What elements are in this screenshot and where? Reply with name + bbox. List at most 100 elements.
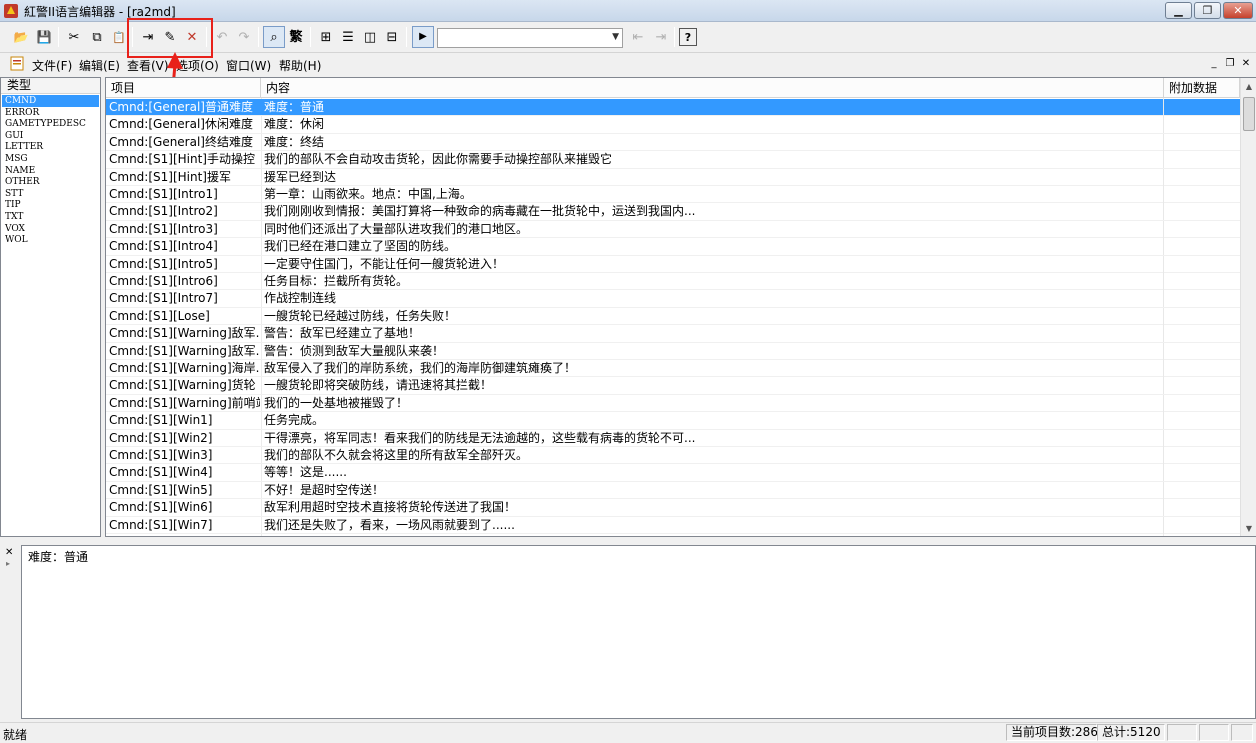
- redo-button[interactable]: ↷: [233, 26, 255, 48]
- prev-match-button[interactable]: ⇤: [627, 26, 649, 48]
- close-button[interactable]: ✕: [1223, 2, 1253, 19]
- copy-button[interactable]: ⧉: [86, 26, 108, 48]
- menu-edit[interactable]: 编辑(E): [79, 57, 120, 74]
- table-row[interactable]: Cmnd:[S1][Intro5] 一定要守住国门，不能让任何一艘货轮进入！: [106, 255, 1240, 273]
- cell-item: Cmnd:[S1][Win2]: [109, 430, 213, 445]
- prev-match-icon: ⇤: [632, 29, 644, 45]
- open-button[interactable]: 📂: [10, 26, 32, 48]
- table-row[interactable]: Cmnd:[S1][Win3] 我们的部队不久就会将这里的所有敌军全部歼灭。: [106, 447, 1240, 465]
- menu-file[interactable]: 文件(F): [32, 57, 72, 74]
- vertical-split-button[interactable]: ◫: [359, 26, 381, 48]
- table-row[interactable]: Cmnd:[General]终结难度 难度：终结: [106, 133, 1240, 152]
- restore-button[interactable]: ❐: [1194, 2, 1221, 19]
- resize-grip[interactable]: [1231, 724, 1253, 741]
- table-row[interactable]: Cmnd:[S1][Warning]货轮 一艘货轮即将突破防线，请迅速将其拦截！: [106, 377, 1240, 395]
- cell-extra: [1163, 516, 1240, 534]
- cell-content: 干得漂亮，将军同志！看来我们的防线是无法逾越的，这些载有病毒的货轮不可...: [264, 430, 696, 445]
- scroll-down-icon[interactable]: ▼: [1241, 520, 1256, 536]
- table-row[interactable]: Cmnd:[S1][Intro3] 同时他们还派出了大量部队进攻我们的港口地区。: [106, 220, 1240, 239]
- type-list-item[interactable]: OTHER: [2, 176, 99, 188]
- table-row[interactable]: Cmnd:[S1][Win7] 我们还是失败了，看来，一场风雨就要到了......: [106, 516, 1240, 534]
- table-row[interactable]: Cmnd:[S1][Intro1] 第一章：山雨欲来。地点：中国,上海。: [106, 186, 1240, 204]
- type-list-item[interactable]: LETTER: [2, 141, 99, 153]
- table-row[interactable]: Cmnd:[S1][Win5] 不好！是超时空传送！: [106, 481, 1240, 500]
- detail-text-area[interactable]: 难度：普通: [21, 545, 1256, 719]
- table-row[interactable]: Cmnd:[S1][Intro7] 作战控制连线: [106, 290, 1240, 308]
- cell-content: 任务目标：拦截所有货轮。: [264, 274, 409, 288]
- help-button[interactable]: ?: [679, 28, 697, 46]
- scroll-up-icon[interactable]: ▲: [1241, 78, 1256, 94]
- undo-button[interactable]: ↶: [211, 26, 233, 48]
- minimize-button[interactable]: ▁: [1165, 2, 1192, 19]
- type-list-item[interactable]: TXT: [2, 211, 99, 223]
- play-sound-icon: ▶: [419, 31, 427, 42]
- type-list-item[interactable]: VOX: [2, 223, 99, 235]
- table-row[interactable]: Cmnd:[S1][Win2] 干得漂亮，将军同志！看来我们的防线是无法逾越的，这…: [106, 429, 1240, 447]
- cell-extra: [1163, 116, 1240, 134]
- save-button[interactable]: 💾: [33, 26, 55, 48]
- mdi-minimize-button[interactable]: _: [1207, 56, 1221, 70]
- cell-content: 等等！这是......: [264, 465, 347, 480]
- type-list-header[interactable]: 类型: [1, 78, 100, 94]
- table-row[interactable]: Cmnd:[S1][Win1] 任务完成。: [106, 412, 1240, 430]
- cell-extra: [1163, 394, 1240, 412]
- traditional-icon: 繁: [289, 29, 303, 45]
- type-list-item[interactable]: TIP: [2, 199, 99, 211]
- table-row[interactable]: Cmnd:[S1][Warning]敌军... 警告：侦测到敌军大量舰队来袭！: [106, 342, 1240, 360]
- type-list-item[interactable]: STT: [2, 188, 99, 200]
- pin-icon[interactable]: ▸: [6, 559, 10, 568]
- traditional-button[interactable]: 繁: [285, 26, 307, 48]
- type-list-item[interactable]: WOL: [2, 234, 99, 246]
- type-list-item[interactable]: ERROR: [2, 107, 99, 119]
- play-sound-button[interactable]: ▶: [412, 26, 434, 48]
- find-button[interactable]: ⌕: [263, 26, 285, 48]
- column-header-content[interactable]: 内容: [261, 78, 1164, 98]
- table-row[interactable]: Cmnd:[S1][Win4] 等等！这是......: [106, 464, 1240, 482]
- table-row[interactable]: Cmnd:[S1][Hint]手动操控 我们的部队不会自动攻击货轮，因此你需要手动…: [106, 151, 1240, 169]
- cell-content: 任务完成。: [264, 413, 325, 428]
- paste-icon: 📋: [112, 30, 126, 44]
- chevron-down-icon[interactable]: ▼: [612, 32, 619, 42]
- cell-content: 一艘货轮即将突破防线，请迅速将其拦截！: [264, 378, 493, 393]
- menu-window[interactable]: 窗口(W): [226, 57, 271, 74]
- entries-table: 项目 内容 附加数据 Cmnd:[General]普通难度 难度：普通 Cmnd:[…: [105, 77, 1256, 537]
- column-header-extra[interactable]: 附加数据: [1164, 78, 1240, 98]
- menu-help[interactable]: 帮助(H): [279, 57, 321, 74]
- vertical-scrollbar[interactable]: ▲ ▼: [1240, 78, 1256, 536]
- table-row[interactable]: Cmnd:[S1][Lose] 一艘货轮已经越过防线，任务失败！: [106, 307, 1240, 326]
- table-row[interactable]: Cmnd:[General]普通难度 难度：普通: [106, 99, 1240, 117]
- cut-button[interactable]: ✂: [63, 26, 85, 48]
- structure-button[interactable]: ⊟: [381, 26, 403, 48]
- table-row[interactable]: Cmnd:[S1][Hint]援军 援军已经到达: [106, 168, 1240, 186]
- close-icon[interactable]: ✕: [5, 547, 13, 558]
- tree-view-button[interactable]: ⊞: [315, 26, 337, 48]
- type-list-item[interactable]: GAMETYPEDESC: [2, 118, 99, 130]
- table-row[interactable]: Cmnd:[S1][Intro2] 我们刚刚收到情报：美国打算将一种致命的病毒藏在…: [106, 203, 1240, 221]
- cell-extra: [1163, 238, 1240, 256]
- type-list-item[interactable]: CMND: [2, 95, 99, 107]
- search-select[interactable]: ▼: [437, 28, 623, 48]
- horizontal-split-icon: ☰: [342, 29, 354, 45]
- document-icon[interactable]: [10, 56, 24, 71]
- type-list-item[interactable]: NAME: [2, 165, 99, 177]
- mdi-close-button[interactable]: ✕: [1239, 56, 1253, 70]
- type-list-item[interactable]: MSG: [2, 153, 99, 165]
- cell-content: 不好！是超时空传送！: [264, 482, 385, 497]
- table-row[interactable]: Cmnd:[S1][Win6] 敌军利用超时空技术直接将货轮传送进了我国！: [106, 499, 1240, 517]
- table-row[interactable]: Cmnd:[General]休闲难度 难度：休闲: [106, 116, 1240, 134]
- undo-icon: ↶: [216, 29, 228, 45]
- open-icon: 📂: [13, 30, 29, 44]
- table-row[interactable]: Cmnd:[S1][Intro4] 我们已经在港口建立了坚固的防线。: [106, 238, 1240, 256]
- scrollbar-thumb[interactable]: [1243, 97, 1255, 131]
- table-row[interactable]: Cmnd:[S1][Warning]前哨站 我们的一处基地被摧毁了！: [106, 394, 1240, 413]
- table-row[interactable]: Cmnd:[S1][Warning]海岸... 敌军侵入了我们的岸防系统，我们的海…: [106, 360, 1240, 378]
- cell-content: 难度：终结: [264, 134, 325, 149]
- mdi-restore-button[interactable]: ❐: [1223, 56, 1237, 70]
- type-list-item[interactable]: GUI: [2, 130, 99, 142]
- next-match-button[interactable]: ⇥: [650, 26, 672, 48]
- column-header-item[interactable]: 项目: [106, 78, 261, 98]
- table-row[interactable]: Cmnd:[S1][Intro6] 任务目标：拦截所有货轮。: [106, 273, 1240, 291]
- cell-content: 我们的部队不久就会将这里的所有敌军全部歼灭。: [264, 448, 529, 462]
- horizontal-split-button[interactable]: ☰: [337, 26, 359, 48]
- table-row[interactable]: Cmnd:[S1][Warning]敌军... 警告：敌军已经建立了基地！: [106, 325, 1240, 343]
